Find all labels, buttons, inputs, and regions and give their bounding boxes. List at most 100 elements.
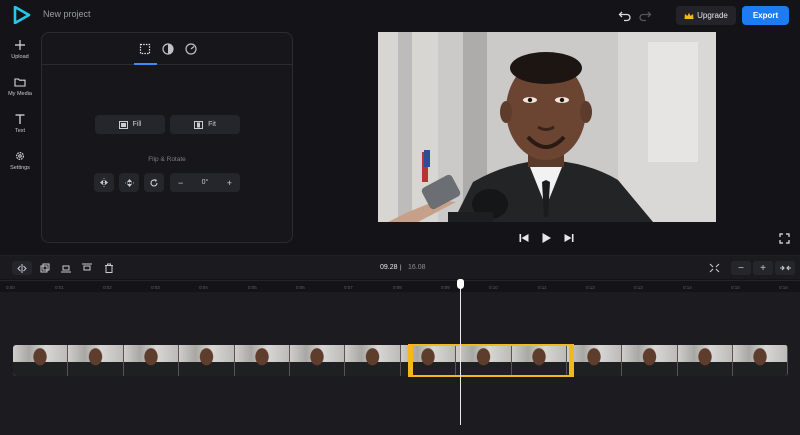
ruler-tick: 0:03 xyxy=(151,285,160,290)
upgrade-button[interactable]: Upgrade xyxy=(676,6,736,25)
clip-thumbnail xyxy=(68,345,124,376)
align-top-icon xyxy=(82,263,92,271)
timeline-toolbar: 09.28 | 16.08 − + xyxy=(0,255,800,279)
rotate-plus-button[interactable]: + xyxy=(227,178,232,188)
folder-icon xyxy=(14,78,26,87)
clip-thumbnail xyxy=(345,345,401,376)
sidebar-item-upload[interactable]: Upload xyxy=(0,39,40,60)
speed-icon[interactable] xyxy=(184,42,198,56)
clip-thumbnail xyxy=(123,345,180,376)
split-button[interactable] xyxy=(12,261,32,275)
sidebar-item-label: Settings xyxy=(10,165,30,171)
ruler-tick: 0:06 xyxy=(296,285,305,290)
crown-icon xyxy=(684,12,694,19)
selected-clip-segment[interactable] xyxy=(408,344,574,377)
playhead-line[interactable] xyxy=(460,279,461,425)
zoom-plus-label: + xyxy=(760,262,766,274)
redo-icon[interactable] xyxy=(638,8,652,22)
video-clip-strip[interactable] xyxy=(13,345,788,376)
ruler-tick: 0:10 xyxy=(489,285,498,290)
clip-thumbnail xyxy=(677,345,734,376)
ruler-tick: 0:12 xyxy=(586,285,595,290)
fit-label: Fit xyxy=(208,121,216,128)
duplicate-button[interactable] xyxy=(35,261,55,275)
duplicate-icon xyxy=(40,263,50,273)
clip-thumbnail xyxy=(622,345,678,376)
ruler-tick: 0:14 xyxy=(683,285,692,290)
clip-thumbnail xyxy=(13,345,69,376)
ruler-tick: 0:04 xyxy=(199,285,208,290)
sidebar: Upload My Media Text Settings xyxy=(0,30,40,255)
clip-thumbnail xyxy=(566,345,623,376)
delete-button[interactable] xyxy=(99,261,119,275)
flip-rotate-label: Flip & Rotate xyxy=(148,156,186,163)
crop-icon[interactable] xyxy=(138,42,152,56)
fullscreen-icon[interactable] xyxy=(779,233,790,244)
align-bottom-icon xyxy=(61,265,71,273)
zoom-in-button[interactable]: + xyxy=(753,261,773,275)
align-top-button[interactable] xyxy=(77,261,97,275)
ruler-tick: 0:05 xyxy=(248,285,257,290)
contrast-icon[interactable] xyxy=(161,42,175,56)
skip-forward-icon[interactable] xyxy=(563,232,575,244)
ruler-tick: 0:11 xyxy=(538,285,547,290)
flip-horizontal-icon xyxy=(100,178,108,187)
current-time: 09.28 xyxy=(380,264,398,271)
trash-icon xyxy=(105,263,113,273)
rotation-value[interactable]: 0° xyxy=(202,179,209,186)
flip-vertical-icon xyxy=(124,178,134,187)
upgrade-label: Upgrade xyxy=(697,11,728,20)
project-title[interactable]: New project xyxy=(43,9,91,19)
ruler-tick: 0:15 xyxy=(731,285,740,290)
export-button[interactable]: Export xyxy=(742,6,789,25)
app-logo-icon[interactable] xyxy=(13,6,31,24)
expand-icon xyxy=(779,265,791,271)
ruler-tick: 0:09 xyxy=(441,285,450,290)
total-time: 16.08 xyxy=(408,264,426,271)
active-tab-indicator xyxy=(134,63,157,65)
ruler-tick: 0:13 xyxy=(634,285,643,290)
playhead-handle[interactable] xyxy=(457,279,464,289)
sidebar-item-my-media[interactable]: My Media xyxy=(0,76,40,97)
plus-icon xyxy=(15,40,25,50)
flip-horizontal-button[interactable] xyxy=(94,173,114,192)
split-icon xyxy=(17,263,27,273)
rotate-minus-button[interactable]: − xyxy=(178,178,183,188)
trim-handle-left[interactable] xyxy=(408,344,413,377)
fit-button[interactable]: Fit xyxy=(170,115,240,134)
ruler-tick: 0:00 xyxy=(6,285,15,290)
ruler-tick: 0:02 xyxy=(103,285,112,290)
sidebar-item-text[interactable]: Text xyxy=(0,113,40,134)
fill-icon xyxy=(118,120,128,129)
video-preview[interactable] xyxy=(378,32,716,222)
rotate-button[interactable] xyxy=(144,173,164,192)
zoom-minus-label: − xyxy=(738,262,744,274)
timeline-ruler[interactable]: 0:00 0:01 0:02 0:03 0:04 0:05 0:06 0:07 … xyxy=(0,280,800,292)
fit-timeline-icon xyxy=(709,263,719,273)
clip-thumbnail xyxy=(179,345,235,376)
text-icon xyxy=(15,114,25,124)
rotation-stepper[interactable]: − 0° + xyxy=(170,173,240,192)
sidebar-item-label: Upload xyxy=(11,54,29,60)
top-bar: New project Upgrade Export xyxy=(0,0,800,30)
rotate-icon xyxy=(150,178,158,187)
time-separator: | xyxy=(400,265,402,271)
expand-timeline-button[interactable] xyxy=(775,261,795,275)
undo-icon[interactable] xyxy=(618,8,632,22)
ruler-tick: 0:07 xyxy=(344,285,353,290)
zoom-out-button[interactable]: − xyxy=(731,261,751,275)
flip-vertical-button[interactable] xyxy=(119,173,139,192)
align-bottom-button[interactable] xyxy=(56,261,76,275)
sidebar-item-settings[interactable]: Settings xyxy=(0,150,40,171)
trim-handle-right[interactable] xyxy=(569,344,574,377)
play-icon[interactable] xyxy=(540,232,552,244)
ruler-tick: 0:08 xyxy=(393,285,402,290)
panel-tabs xyxy=(42,33,292,65)
clip-thumbnail xyxy=(733,345,788,376)
skip-back-icon[interactable] xyxy=(518,232,530,244)
clip-thumbnail xyxy=(289,345,346,376)
fit-icon xyxy=(194,120,204,129)
fit-timeline-button[interactable] xyxy=(704,261,724,275)
fill-button[interactable]: Fill xyxy=(95,115,165,134)
properties-panel: Fill Fit Flip & Rotate − 0° + xyxy=(41,32,293,243)
